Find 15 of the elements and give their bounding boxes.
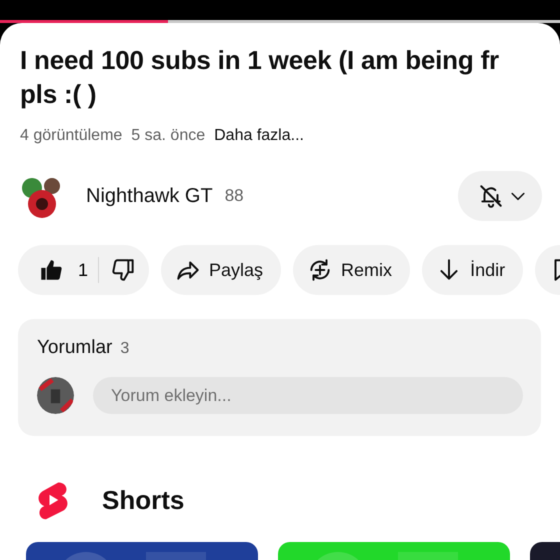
comment-field[interactable]: Yorum ekleyin...	[93, 377, 523, 414]
download-button[interactable]: İndir	[422, 245, 524, 295]
comments-title: Yorumlar	[37, 337, 112, 359]
channel-name[interactable]: Nighthawk GT	[86, 184, 213, 208]
share-button[interactable]: Paylaş	[161, 245, 282, 295]
section-title: Shorts	[102, 484, 184, 516]
view-count: 4 görüntüleme	[20, 127, 122, 145]
comments-card[interactable]: Yorumlar 3 Yorum ekleyin...	[18, 319, 541, 436]
subscriber-count: 88	[224, 186, 245, 206]
comment-count: 3	[120, 340, 130, 358]
like-button[interactable]: 1	[38, 257, 100, 283]
more-link[interactable]: Daha fazla...	[214, 127, 304, 145]
remix-button[interactable]: Remix	[293, 245, 410, 295]
upload-time: 5 sa. önce	[131, 127, 206, 145]
video-title: I need 100 subs in 1 week (I am being fr pls :( )	[19, 44, 500, 111]
